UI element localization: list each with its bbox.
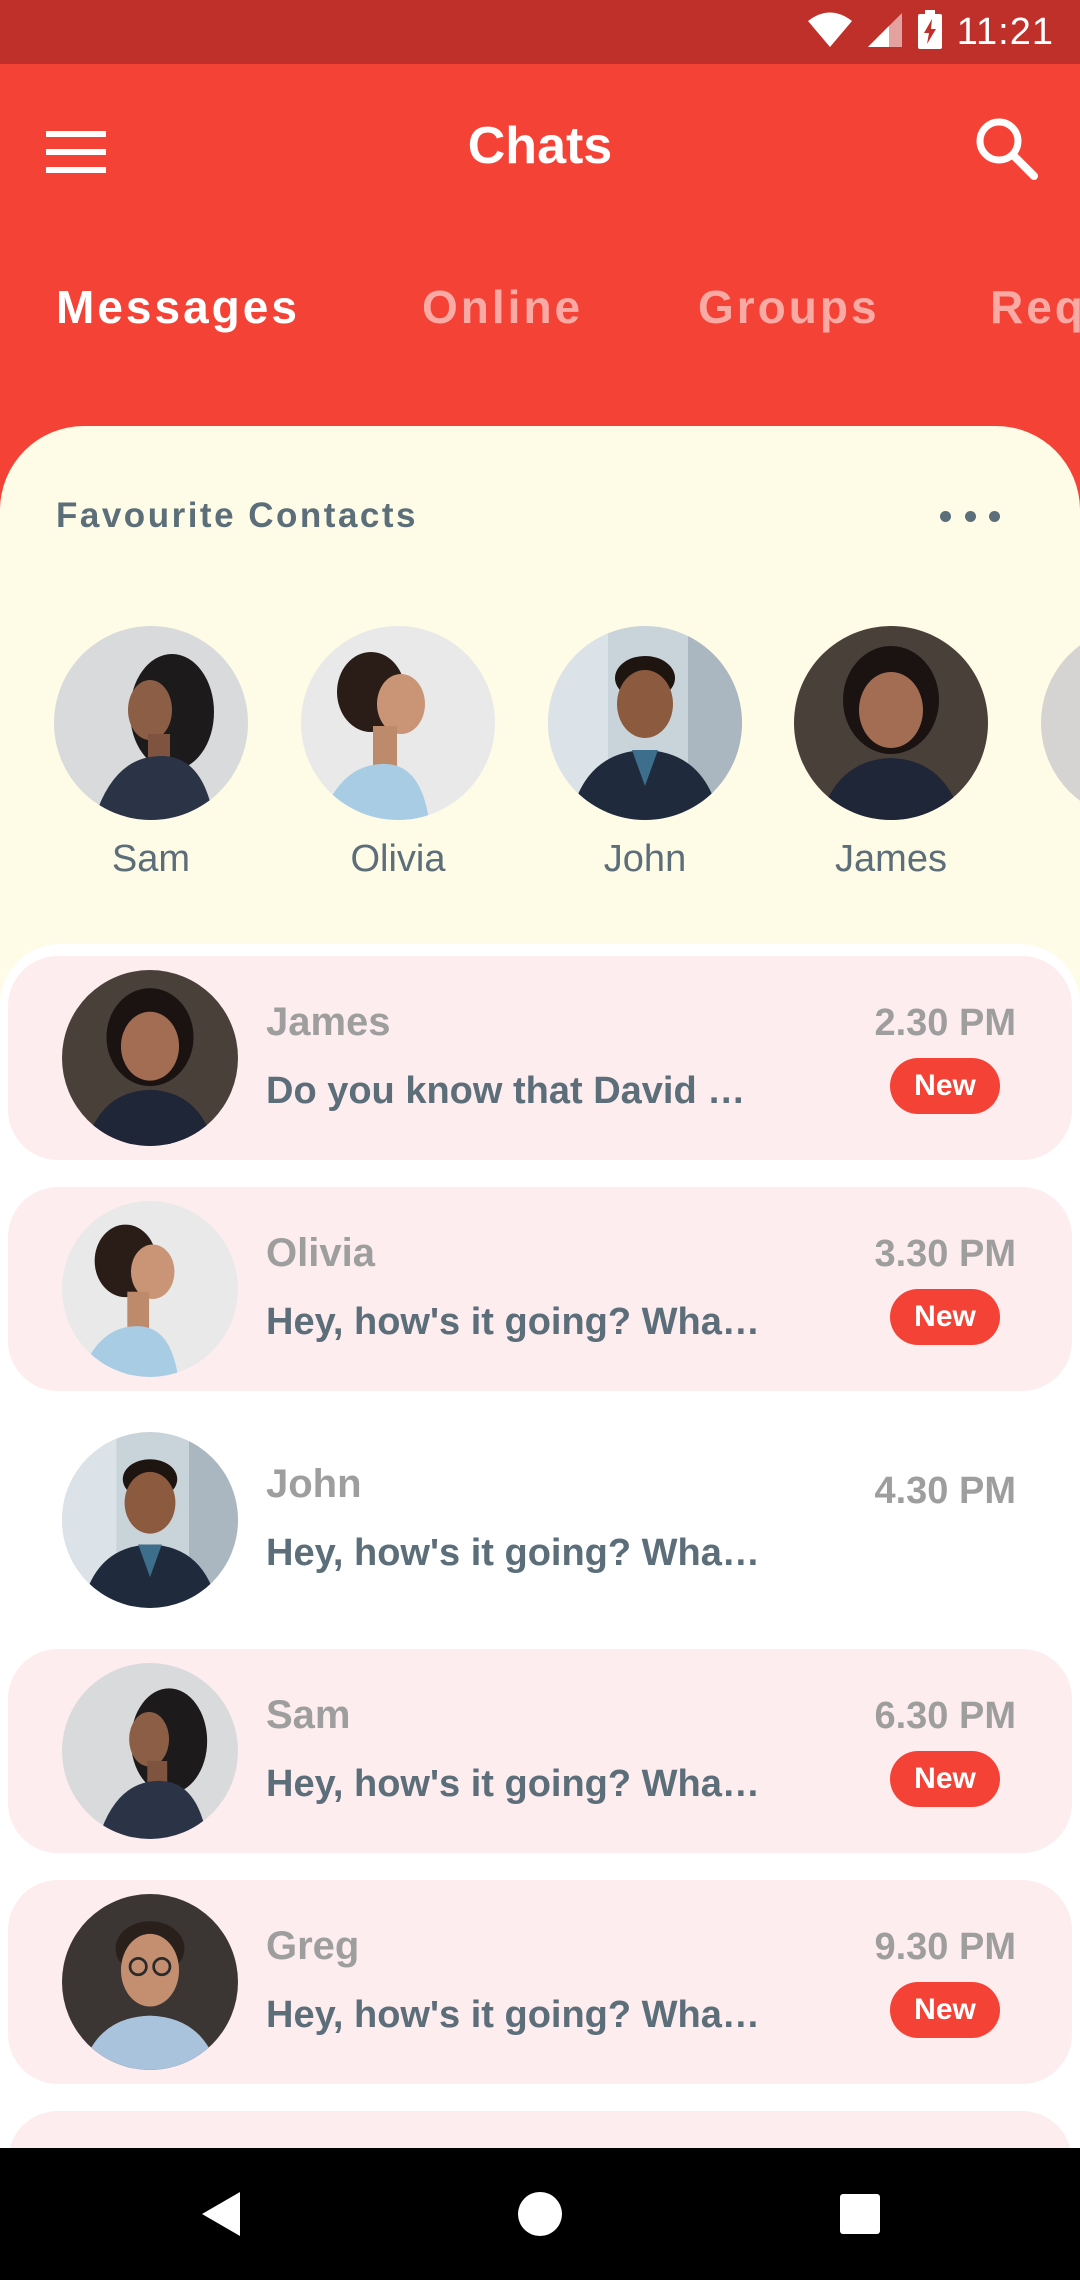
- avatar: [62, 970, 238, 1146]
- chat-name: Sam: [266, 1693, 351, 1737]
- favorites-list: Sam Olivia John James: [0, 626, 1080, 906]
- avatar: [62, 1894, 238, 2070]
- favorite-contact-sam[interactable]: Sam: [51, 626, 251, 881]
- favorite-contact-name: John: [603, 838, 687, 880]
- tab-online[interactable]: Online: [422, 280, 583, 334]
- search-icon: [976, 118, 1038, 180]
- home-icon: [518, 2192, 562, 2236]
- chat-time: 6.30 PM: [874, 1695, 1016, 1737]
- new-badge: New: [890, 1058, 1000, 1114]
- avatar: [62, 1663, 238, 1839]
- system-nav-bar: [0, 2148, 1080, 2280]
- page-title: Chats: [467, 117, 613, 175]
- chat-time: 3.30 PM: [874, 1233, 1016, 1275]
- chat-item-john[interactable]: John Hey, how's it going? What ... 4.30 …: [8, 1418, 1072, 1622]
- favorite-contact-name: Olivia: [350, 838, 446, 880]
- chat-time: 2.30 PM: [874, 1002, 1016, 1044]
- tab-requests[interactable]: Requests: [990, 280, 1080, 334]
- favorites-more-button[interactable]: [940, 496, 1000, 536]
- tab-groups[interactable]: Groups: [698, 280, 880, 334]
- back-button[interactable]: [190, 2184, 250, 2244]
- wifi-icon: [807, 12, 853, 53]
- avatar: [794, 626, 988, 820]
- avatar: [62, 1201, 238, 1377]
- favorites-title: Favourite Contacts: [56, 496, 418, 535]
- chat-name: Greg: [266, 1924, 360, 1968]
- tab-messages[interactable]: Messages: [56, 280, 300, 334]
- signal-icon: [867, 12, 903, 53]
- chat-name: Olivia: [266, 1231, 375, 1275]
- battery-charging-icon: [917, 9, 943, 55]
- recents-button[interactable]: [830, 2184, 890, 2244]
- back-icon: [202, 2192, 240, 2236]
- favorite-contact-james[interactable]: James: [791, 626, 991, 881]
- chat-item-olivia[interactable]: Olivia Hey, how's it going? What ... 3.3…: [8, 1187, 1072, 1391]
- chat-preview: Hey, how's it going? What ...: [266, 1301, 766, 1343]
- chat-preview: Hey, how's it going? What ...: [266, 1994, 766, 2036]
- more-horizontal-icon: [940, 510, 951, 522]
- avatar: [1041, 626, 1080, 820]
- chat-name: John: [266, 1462, 362, 1506]
- favorite-contact-olivia[interactable]: Olivia: [298, 626, 498, 881]
- chat-preview: Do you know that David w...: [266, 1070, 766, 1112]
- status-bar: 11:21: [0, 0, 1080, 64]
- chat-item-greg[interactable]: Greg Hey, how's it going? What ... 9.30 …: [8, 1880, 1072, 2084]
- tab-bar: Messages Online Groups Requests: [0, 280, 1080, 360]
- chat-time: 9.30 PM: [874, 1926, 1016, 1968]
- avatar: [548, 626, 742, 820]
- chat-item-james[interactable]: James Do you know that David w... 2.30 P…: [8, 956, 1072, 1160]
- app-bar: Chats: [0, 64, 1080, 224]
- home-button[interactable]: [510, 2184, 570, 2244]
- chat-item-partial[interactable]: [8, 2111, 1072, 2148]
- new-badge: New: [890, 1289, 1000, 1345]
- status-icons: 11:21: [807, 0, 1054, 64]
- avatar: [62, 1432, 238, 1608]
- favorite-contact-john[interactable]: John: [545, 626, 745, 881]
- new-badge: New: [890, 1751, 1000, 1807]
- chat-name: James: [266, 1000, 391, 1044]
- chat-preview: Hey, how's it going? What ...: [266, 1763, 766, 1805]
- avatar: [301, 626, 495, 820]
- new-badge: New: [890, 1982, 1000, 2038]
- recents-icon: [840, 2194, 880, 2234]
- search-button[interactable]: [966, 108, 1046, 188]
- favorite-contact-partial[interactable]: [1038, 626, 1080, 820]
- favorite-contact-name: James: [835, 838, 947, 880]
- chat-list: James Do you know that David w... 2.30 P…: [0, 944, 1080, 2148]
- clock: 11:21: [956, 10, 1054, 53]
- avatar: [54, 626, 248, 820]
- chat-item-sam[interactable]: Sam Hey, how's it going? What ... 6.30 P…: [8, 1649, 1072, 1853]
- chat-time: 4.30 PM: [874, 1470, 1016, 1512]
- chat-preview: Hey, how's it going? What ...: [266, 1532, 766, 1574]
- favorite-contact-name: Sam: [111, 838, 191, 880]
